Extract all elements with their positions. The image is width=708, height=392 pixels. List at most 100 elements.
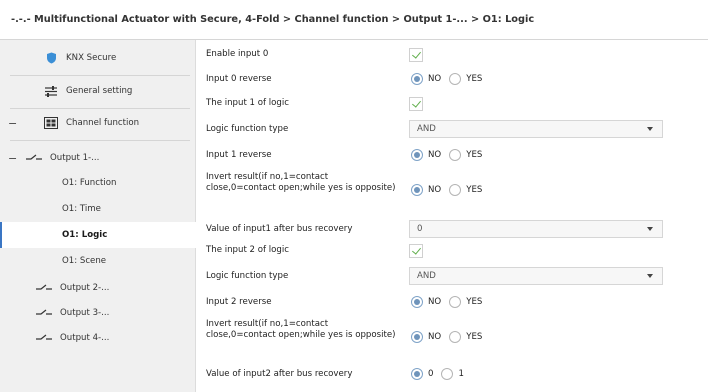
sidebar-item-label: Output 1-... bbox=[50, 153, 100, 163]
sidebar-item-output-1[interactable]: − Output 1-... bbox=[0, 145, 196, 171]
radio-label: NO bbox=[428, 297, 442, 307]
sidebar-item-label: General setting bbox=[66, 86, 133, 96]
radio-label: YES bbox=[466, 150, 483, 160]
select-value: AND bbox=[417, 271, 436, 281]
sidebar-item-label: Output 3-... bbox=[60, 308, 110, 318]
param-row: Enable input 0 bbox=[196, 43, 708, 67]
sliders-icon bbox=[44, 84, 58, 98]
input-2-reverse-radio-group: NO YES bbox=[411, 296, 490, 308]
param-label: Input 2 reverse bbox=[206, 297, 272, 307]
input-0-reverse-radio-group: NO YES bbox=[411, 73, 490, 85]
input-1-reverse-radio-group: NO YES bbox=[411, 149, 490, 161]
param-label: Logic function type bbox=[206, 271, 289, 281]
channel-grid-icon bbox=[44, 116, 58, 130]
param-row: Logic function type AND bbox=[196, 262, 708, 288]
sidebar-item-general-setting[interactable]: General setting bbox=[0, 78, 196, 104]
sidebar-item-o1-logic[interactable]: O1: Logic bbox=[0, 222, 196, 248]
param-row: Logic function type AND bbox=[196, 115, 708, 141]
sidebar-item-channel-function[interactable]: − Channel function bbox=[0, 110, 196, 136]
radio-no[interactable] bbox=[411, 149, 423, 161]
input-1-bus-recovery-select[interactable]: 0 bbox=[409, 220, 663, 238]
radio-yes[interactable] bbox=[449, 149, 462, 161]
output-relay-icon bbox=[36, 331, 52, 345]
select-value: 0 bbox=[417, 224, 423, 234]
sidebar-item-output-4[interactable]: Output 4-... bbox=[0, 325, 196, 351]
input-2-of-logic-checkbox[interactable] bbox=[409, 244, 423, 258]
radio-label: 1 bbox=[458, 369, 464, 379]
param-row: Value of input2 after bus recovery 0 1 bbox=[196, 362, 708, 386]
sidebar-item-label: O1: Time bbox=[62, 204, 101, 214]
radio-no[interactable] bbox=[411, 331, 423, 343]
collapse-toggle[interactable]: − bbox=[8, 117, 26, 130]
radio-no[interactable] bbox=[411, 184, 423, 196]
output-relay-icon bbox=[26, 151, 42, 165]
input-1-of-logic-checkbox[interactable] bbox=[409, 97, 423, 111]
radio-label: YES bbox=[466, 74, 483, 84]
logic-function-type-1-select[interactable]: AND bbox=[409, 120, 663, 138]
logic-function-type-2-select[interactable]: AND bbox=[409, 267, 663, 285]
sidebar: KNX Secure General setting − Channel fun… bbox=[0, 40, 196, 392]
sidebar-item-output-3[interactable]: Output 3-... bbox=[0, 300, 196, 326]
param-row: Input 0 reverse NO YES bbox=[196, 67, 708, 91]
chevron-down-icon bbox=[647, 274, 653, 278]
sidebar-item-label: O1: Scene bbox=[62, 256, 107, 266]
enable-input-0-checkbox[interactable] bbox=[409, 48, 423, 62]
radio-0[interactable] bbox=[411, 368, 423, 380]
radio-label: NO bbox=[428, 74, 442, 84]
param-label: Value of input2 after bus recovery bbox=[206, 369, 353, 379]
param-label: Input 1 reverse bbox=[206, 150, 272, 160]
radio-label: YES bbox=[466, 297, 483, 307]
sidebar-item-label: Output 2-... bbox=[60, 283, 110, 293]
radio-label: YES bbox=[466, 185, 483, 195]
param-label: Invert result(if no,1=contact close,0=co… bbox=[206, 319, 396, 340]
output-relay-icon bbox=[36, 306, 52, 320]
radio-1[interactable] bbox=[441, 368, 454, 380]
sidebar-item-o1-function[interactable]: O1: Function bbox=[0, 170, 196, 196]
radio-yes[interactable] bbox=[449, 73, 462, 85]
radio-yes[interactable] bbox=[449, 184, 462, 196]
param-row: Invert result(if no,1=contact close,0=co… bbox=[196, 166, 708, 212]
breadcrumb-title: -.-.- Multifunctional Actuator with Secu… bbox=[11, 14, 535, 25]
param-label: The input 2 of logic bbox=[206, 245, 289, 255]
radio-yes[interactable] bbox=[449, 331, 462, 343]
chevron-down-icon bbox=[647, 127, 653, 131]
radio-no[interactable] bbox=[411, 296, 423, 308]
sidebar-divider bbox=[10, 75, 190, 76]
radio-label: NO bbox=[428, 150, 442, 160]
invert-result-1-radio-group: NO YES bbox=[411, 184, 490, 196]
param-row: Invert result(if no,1=contact close,0=co… bbox=[196, 313, 708, 359]
param-label: Invert result(if no,1=contact close,0=co… bbox=[206, 172, 396, 193]
output-relay-icon bbox=[36, 281, 52, 295]
invert-result-2-radio-group: NO YES bbox=[411, 331, 490, 343]
sidebar-divider bbox=[10, 140, 190, 141]
param-label: Logic function type bbox=[206, 124, 289, 134]
radio-label: 0 bbox=[428, 369, 434, 379]
sidebar-item-o1-time[interactable]: O1: Time bbox=[0, 196, 196, 222]
radio-label: YES bbox=[466, 332, 483, 342]
sidebar-divider bbox=[10, 108, 190, 109]
radio-label: NO bbox=[428, 332, 442, 342]
select-value: AND bbox=[417, 124, 436, 134]
param-label: The input 1 of logic bbox=[206, 98, 289, 108]
sidebar-item-label: Output 4-... bbox=[60, 333, 110, 343]
param-row: Input 2 reverse NO YES bbox=[196, 289, 708, 313]
sidebar-item-label: KNX Secure bbox=[66, 53, 117, 63]
sidebar-item-output-2[interactable]: Output 2-... bbox=[0, 275, 196, 301]
sidebar-item-label: O1: Logic bbox=[62, 230, 108, 240]
sidebar-item-o1-scene[interactable]: O1: Scene bbox=[0, 248, 196, 274]
radio-yes[interactable] bbox=[449, 296, 462, 308]
chevron-down-icon bbox=[647, 227, 653, 231]
sidebar-item-label: O1: Function bbox=[62, 178, 117, 188]
radio-no[interactable] bbox=[411, 73, 423, 85]
title-bar: -.-.- Multifunctional Actuator with Secu… bbox=[0, 0, 708, 40]
sidebar-item-knx-secure[interactable]: KNX Secure bbox=[0, 45, 196, 71]
param-label: Input 0 reverse bbox=[206, 74, 272, 84]
radio-label: NO bbox=[428, 185, 442, 195]
param-row: Value of input1 after bus recovery 0 bbox=[196, 212, 708, 238]
param-label: Enable input 0 bbox=[206, 49, 269, 59]
param-row: Input 1 reverse NO YES bbox=[196, 142, 708, 166]
collapse-toggle[interactable]: − bbox=[8, 152, 26, 165]
param-label: Value of input1 after bus recovery bbox=[206, 224, 353, 234]
input-2-bus-recovery-radio-group: 0 1 bbox=[411, 368, 472, 380]
shield-icon bbox=[44, 51, 58, 65]
